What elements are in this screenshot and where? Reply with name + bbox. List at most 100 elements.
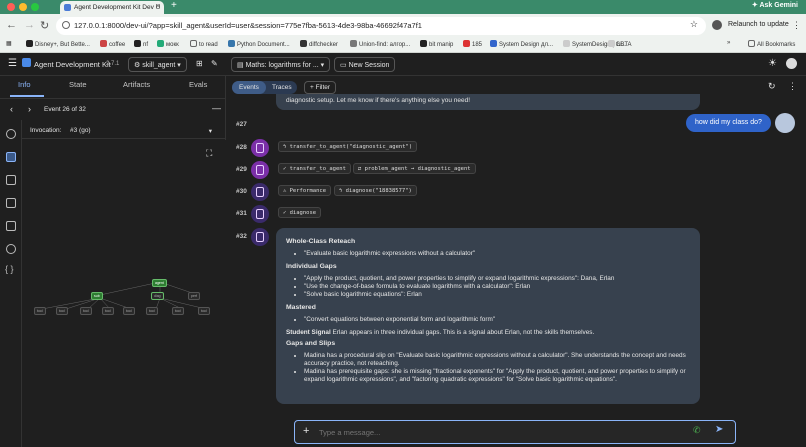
tab-info[interactable]: Info: [18, 80, 31, 89]
tab-evals[interactable]: Evals: [189, 80, 207, 89]
menu-icon[interactable]: ☰: [8, 58, 17, 69]
message-input[interactable]: [319, 425, 679, 439]
report-item: "Solve basic logarithmic equations": Erl…: [304, 291, 690, 299]
forward-icon[interactable]: →: [24, 19, 35, 31]
graph-view-icon[interactable]: [6, 152, 16, 162]
favicon-icon: [64, 4, 71, 11]
login-icon[interactable]: [6, 175, 16, 185]
function-call-chip[interactable]: ϟ transfer_to_agent("diagnostic_agent"): [278, 141, 418, 152]
performance-chip[interactable]: ⚠ Performance: [278, 185, 332, 196]
graph-node[interactable]: sub: [91, 292, 103, 300]
new-tab-icon[interactable]: +: [171, 0, 177, 11]
bookmark-item[interactable]: Disney+, But Bette...: [26, 40, 90, 48]
collapse-icon[interactable]: —: [212, 103, 221, 113]
chat-panel: Events Traces + Filter ↻ ⋮ diagnostic se…: [226, 76, 806, 447]
tab-artifacts[interactable]: Artifacts: [123, 80, 150, 89]
report-heading: Mastered: [286, 304, 316, 311]
invocation-select[interactable]: #3 (go) ▾: [70, 124, 216, 137]
browser-tab[interactable]: Agent Development Kit Dev U ×: [60, 1, 164, 14]
bookmark-item[interactable]: Python Document...: [228, 40, 290, 48]
tab-events[interactable]: Events: [232, 81, 266, 94]
maximize-window-icon[interactable]: [31, 3, 39, 11]
profile-avatar[interactable]: [712, 20, 722, 30]
function-response-chip[interactable]: ✓ transfer_to_agent: [278, 163, 351, 174]
bookmark-item[interactable]: мокк: [157, 40, 179, 48]
sync-icon[interactable]: [6, 244, 16, 254]
edit-pencil-icon[interactable]: ✎: [211, 59, 218, 68]
graph-node[interactable]: perf: [188, 292, 201, 300]
next-event-icon[interactable]: ›: [28, 104, 31, 114]
bookmark-item[interactable]: bit manip: [420, 40, 453, 48]
back-icon[interactable]: ←: [6, 19, 17, 31]
graph-node[interactable]: diag: [151, 292, 164, 300]
relaunch-button[interactable]: Relaunch to update: [728, 21, 789, 28]
event-number: #29: [236, 166, 247, 173]
code-braces-icon[interactable]: { }: [5, 264, 14, 274]
bookmark-item[interactable]: LBTA: [608, 40, 632, 48]
function-response-chip[interactable]: ✓ diagnose: [278, 207, 322, 218]
more-options-icon[interactable]: ⋮: [788, 81, 797, 92]
filter-button[interactable]: + Filter: [304, 81, 337, 94]
session-selector[interactable]: ▤ Maths: logarithms for ... ▾: [231, 57, 331, 72]
new-session-button[interactable]: ▭ New Session: [334, 57, 396, 72]
agent-avatar-icon: [251, 161, 269, 179]
report-item: "Convert equations between exponential f…: [304, 316, 690, 324]
bookmark-item[interactable]: diffchecker: [300, 40, 338, 48]
agent-selector[interactable]: ⚙ skill_agent ▾: [128, 57, 187, 72]
theme-toggle-icon[interactable]: ☀: [768, 58, 777, 69]
tab-state[interactable]: State: [69, 80, 87, 89]
minimize-window-icon[interactable]: [19, 3, 27, 11]
agent-message-tail: diagnostic setup. Let me know if there's…: [276, 94, 700, 110]
bookmark-star-icon[interactable]: ☆: [690, 19, 698, 30]
menu-kebab-icon[interactable]: ⋮: [792, 20, 801, 31]
more-bookmarks-icon[interactable]: »: [727, 40, 730, 46]
all-bookmarks[interactable]: All Bookmarks: [748, 40, 795, 48]
report-item: Madina has a procedural slip on "Evaluat…: [304, 352, 690, 368]
bookmark-item[interactable]: Union-find: алгор...: [350, 40, 410, 48]
prev-event-icon[interactable]: ‹: [10, 104, 13, 114]
graph-node-root[interactable]: agent: [152, 279, 167, 287]
bookmark-item[interactable]: System Design дл...: [490, 40, 553, 48]
bookmark-item[interactable]: 185: [463, 40, 482, 48]
site-info-icon[interactable]: [62, 21, 70, 29]
report-text: Erlan appears in three individual gaps. …: [332, 329, 595, 336]
report-item: "Apply the product, quotient, and power …: [304, 275, 690, 283]
graph-node[interactable]: tool: [198, 307, 210, 315]
adk-logo-icon: [22, 58, 31, 67]
send-icon[interactable]: ➤: [715, 424, 723, 435]
divider: [22, 138, 226, 139]
tab-traces[interactable]: Traces: [272, 84, 292, 91]
info-icon[interactable]: [6, 129, 16, 139]
address-bar[interactable]: 127.0.0.1:8000/dev-ui/?app=skill_agent&u…: [56, 17, 706, 35]
graph-node[interactable]: tool: [123, 307, 135, 315]
event-number: #28: [236, 144, 247, 151]
bookmark-item[interactable]: coffee: [100, 40, 125, 48]
attach-plus-icon[interactable]: +: [303, 425, 309, 437]
agent-transfer-chip[interactable]: ⇄ problem_agent → diagnostic_agent: [353, 163, 476, 174]
refresh-icon[interactable]: ↻: [768, 81, 776, 92]
agent-graph-icon[interactable]: ⊞: [196, 59, 203, 68]
function-call-chip[interactable]: ϟ diagnose("18838577"): [334, 185, 417, 196]
account-icon[interactable]: [786, 58, 797, 69]
agent-avatar-icon: [251, 205, 269, 223]
divider: [0, 98, 226, 99]
event-number: #31: [236, 210, 247, 217]
close-tab-icon[interactable]: ×: [156, 3, 160, 10]
reload-icon[interactable]: ↻: [40, 19, 49, 32]
navigation-bar: ← → ↻ 127.0.0.1:8000/dev-ui/?app=skill_a…: [0, 14, 806, 38]
bookmark-item[interactable]: nf: [134, 40, 148, 48]
phone-icon[interactable]: ✆: [693, 425, 701, 436]
close-window-icon[interactable]: [7, 3, 15, 11]
chart-icon[interactable]: [6, 221, 16, 231]
ask-gemini-button[interactable]: ✦ Ask Gemini: [752, 1, 798, 9]
graph-node[interactable]: tool: [34, 307, 46, 315]
report-item: "Evaluate basic logarithmic expressions …: [304, 250, 690, 258]
graph-node[interactable]: tool: [146, 307, 158, 315]
apps-grid-icon[interactable]: ▦: [6, 40, 12, 47]
graph-node[interactable]: tool: [56, 307, 68, 315]
graph-node[interactable]: tool: [80, 307, 92, 315]
graph-node[interactable]: tool: [172, 307, 184, 315]
exit-icon[interactable]: [6, 198, 16, 208]
graph-node[interactable]: tool: [102, 307, 114, 315]
bookmark-item[interactable]: to read: [190, 40, 218, 48]
